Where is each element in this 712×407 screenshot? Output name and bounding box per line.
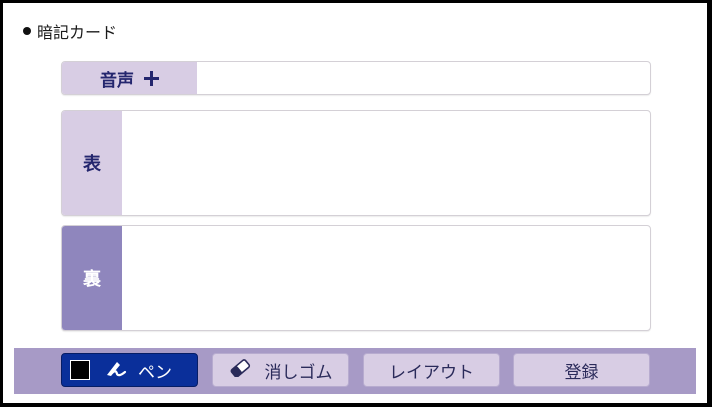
front-label: 表 (62, 111, 122, 215)
pen-label: ペン (138, 362, 172, 383)
front-label-text: 表 (83, 154, 101, 175)
audio-field[interactable]: 音声 (61, 61, 651, 95)
register-label: 登録 (564, 362, 599, 383)
front-input-area[interactable] (122, 111, 650, 215)
pen-icon (104, 358, 128, 383)
bottom-toolbar: ペン 消しゴム レイアウト 登録 (14, 348, 696, 394)
plus-icon (144, 70, 159, 86)
layout-label: レイアウト (389, 362, 474, 383)
back-label: 裏 (62, 226, 122, 330)
app-window: 暗記カード 音声 表 裏 ペン 消しゴム レイアウト 登録 (3, 3, 707, 403)
back-label-text: 裏 (83, 269, 101, 290)
eraser-button[interactable]: 消しゴム (212, 353, 349, 387)
back-card[interactable]: 裏 (61, 225, 651, 331)
audio-label: 音声 (100, 70, 134, 91)
page-title-text: 暗記カード (37, 23, 118, 42)
layout-button[interactable]: レイアウト (363, 353, 500, 387)
bullet-icon (23, 27, 31, 35)
register-button[interactable]: 登録 (513, 353, 650, 387)
eraser-icon (229, 358, 251, 382)
eraser-label: 消しゴム (264, 362, 333, 383)
pen-button[interactable]: ペン (61, 353, 198, 387)
front-card[interactable]: 表 (61, 110, 651, 216)
back-input-area[interactable] (122, 226, 650, 330)
add-audio-button[interactable]: 音声 (62, 62, 197, 94)
page-title: 暗記カード (23, 19, 117, 43)
pen-color-swatch[interactable] (70, 360, 90, 380)
